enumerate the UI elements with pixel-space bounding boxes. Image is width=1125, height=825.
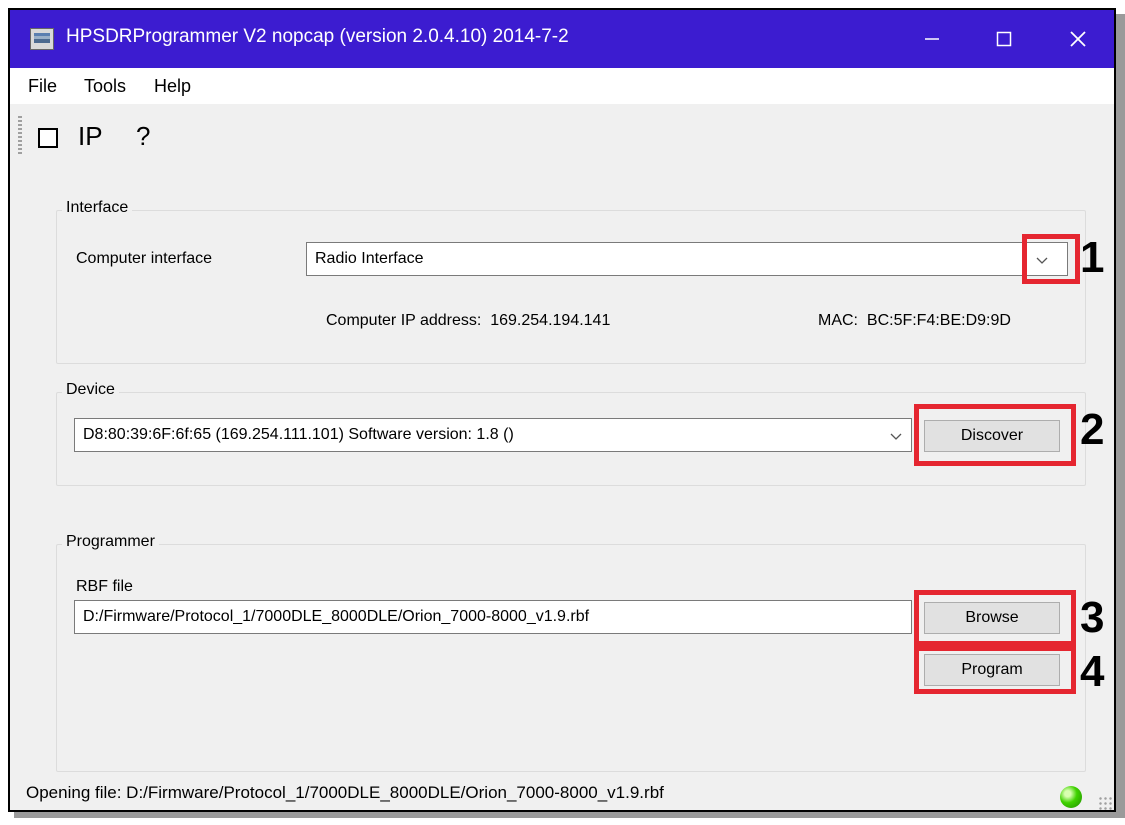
mac-caption: MAC: — [818, 312, 858, 329]
device-group-label: Device — [62, 381, 119, 399]
computer-interface-label: Computer interface — [76, 250, 213, 267]
mac-address-label: MAC: BC:5F:F4:BE:D9:9D — [818, 312, 1011, 330]
computer-ip-caption: Computer IP address: — [326, 312, 482, 329]
discover-button[interactable]: Discover — [924, 420, 1060, 452]
annotation-box-1 — [1022, 234, 1080, 284]
toolbar: IP ? — [10, 104, 1114, 168]
window-title: HPSDRProgrammer V2 nopcap (version 2.0.4… — [66, 26, 569, 47]
menu-file[interactable]: File — [28, 76, 57, 97]
device-combo[interactable]: D8:80:39:6F:6f:65 (169.254.111.101) Soft… — [74, 418, 912, 452]
minimize-icon — [925, 38, 939, 40]
annotation-number-1: 1 — [1080, 233, 1105, 282]
rbf-file-label: RBF file — [76, 578, 133, 595]
computer-ip-label: Computer IP address: 169.254.194.141 — [326, 312, 610, 330]
annotation-number-2: 2 — [1080, 405, 1105, 454]
maximize-button[interactable] — [968, 10, 1040, 68]
app-window: HPSDRProgrammer V2 nopcap (version 2.0.4… — [8, 8, 1116, 812]
close-button[interactable] — [1042, 10, 1114, 68]
device-selected-value: D8:80:39:6F:6f:65 (169.254.111.101) Soft… — [83, 426, 514, 443]
interface-group-label: Interface — [62, 199, 133, 217]
annotation-number-4: 4 — [1080, 647, 1105, 696]
toolbar-grip[interactable] — [18, 116, 22, 156]
menu-tools[interactable]: Tools — [84, 76, 126, 97]
status-led-icon — [1060, 786, 1082, 808]
minimize-button[interactable] — [896, 10, 968, 68]
toolbar-help-button[interactable]: ? — [136, 121, 150, 152]
app-icon — [30, 28, 54, 50]
chevron-down-icon — [890, 433, 902, 440]
maximize-icon — [996, 31, 1012, 47]
rbf-path-input[interactable]: D:/Firmware/Protocol_1/7000DLE_8000DLE/O… — [74, 600, 912, 634]
computer-ip-value: 169.254.194.141 — [490, 312, 611, 329]
mac-value: BC:5F:F4:BE:D9:9D — [866, 312, 1011, 329]
computer-interface-combo[interactable]: Radio Interface — [306, 242, 1068, 276]
menu-bar: File Tools Help — [10, 68, 1114, 104]
resize-grip[interactable] — [1098, 796, 1112, 810]
programmer-group-label: Programmer — [62, 533, 159, 551]
program-button[interactable]: Program — [924, 654, 1060, 686]
browse-button[interactable]: Browse — [924, 602, 1060, 634]
toolbar-checkbox[interactable] — [38, 128, 58, 148]
computer-interface-value: Radio Interface — [315, 250, 424, 267]
interface-group — [56, 210, 1086, 364]
status-message: Opening file: D:/Firmware/Protocol_1/700… — [26, 783, 664, 802]
toolbar-ip-button[interactable]: IP — [78, 121, 103, 152]
menu-help[interactable]: Help — [154, 76, 191, 97]
annotation-number-3: 3 — [1080, 593, 1105, 642]
status-bar: Opening file: D:/Firmware/Protocol_1/700… — [10, 772, 1114, 810]
title-bar[interactable]: HPSDRProgrammer V2 nopcap (version 2.0.4… — [10, 10, 1114, 68]
close-icon — [1070, 31, 1086, 47]
